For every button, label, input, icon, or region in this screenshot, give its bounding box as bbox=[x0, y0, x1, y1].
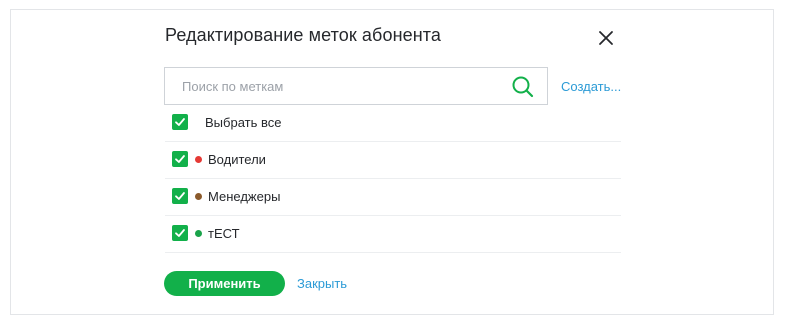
tag-color-dot bbox=[195, 230, 202, 237]
tag-row[interactable]: тЕСТ bbox=[165, 215, 621, 253]
checkmark-icon bbox=[175, 118, 185, 126]
checkmark-icon bbox=[175, 155, 185, 163]
tag-color-dot bbox=[195, 156, 202, 163]
select-all-label: Выбрать все bbox=[205, 115, 282, 130]
create-tag-link[interactable]: Создать... bbox=[561, 79, 621, 94]
dialog-title: Редактирование меток абонента bbox=[165, 25, 442, 45]
search-icon[interactable] bbox=[510, 74, 536, 100]
tag-checkbox[interactable] bbox=[172, 188, 188, 204]
search-input[interactable] bbox=[165, 68, 512, 104]
tag-row[interactable]: Водители bbox=[165, 141, 621, 179]
checkmark-icon bbox=[175, 192, 185, 200]
tag-checkbox[interactable] bbox=[172, 151, 188, 167]
tag-label: Менеджеры bbox=[208, 189, 281, 204]
close-icon[interactable] bbox=[596, 28, 616, 48]
select-all-row[interactable]: Выбрать все bbox=[165, 104, 621, 142]
tag-color-dot bbox=[195, 193, 202, 200]
tag-label: тЕСТ bbox=[208, 226, 240, 241]
apply-button[interactable]: Применить bbox=[164, 271, 285, 296]
select-all-checkbox[interactable] bbox=[172, 114, 188, 130]
checkmark-icon bbox=[175, 229, 185, 237]
tag-row[interactable]: Менеджеры bbox=[165, 178, 621, 216]
tag-label: Водители bbox=[208, 152, 266, 167]
close-link[interactable]: Закрыть bbox=[297, 276, 347, 291]
search-field bbox=[164, 67, 548, 105]
tag-checkbox[interactable] bbox=[172, 225, 188, 241]
